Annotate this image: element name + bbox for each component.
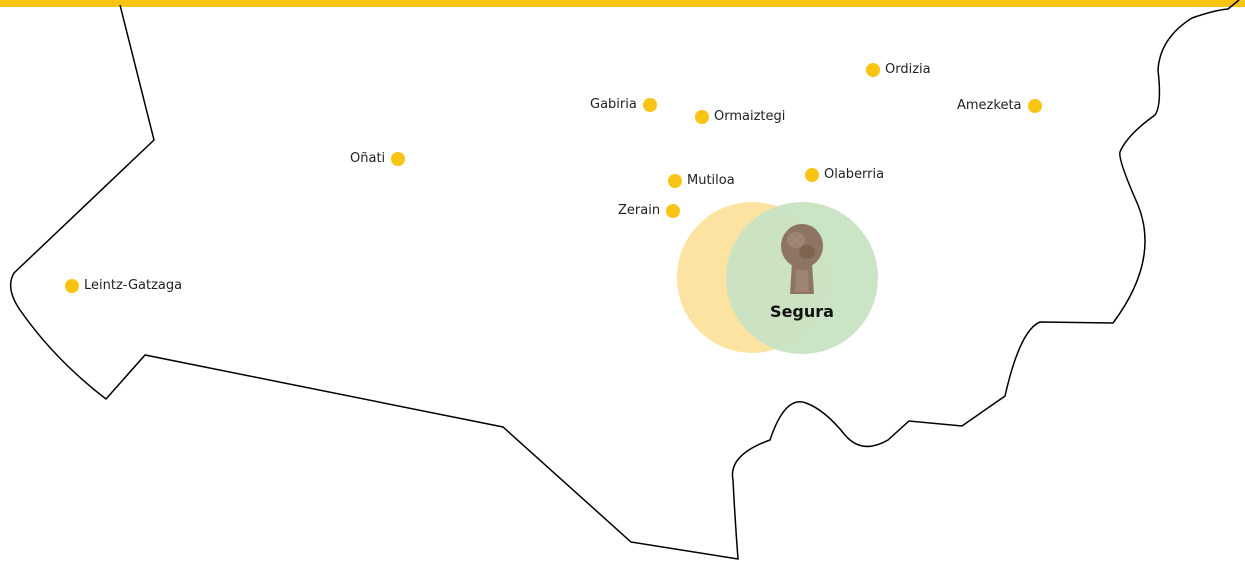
town-label: Olaberria xyxy=(824,167,885,182)
town-marker-olaberria[interactable]: Olaberria xyxy=(805,166,884,184)
town-label: Oñati xyxy=(350,151,386,166)
town-label: Zerain xyxy=(618,203,661,218)
town-label: Mutiloa xyxy=(687,173,735,188)
town-label: Ordizia xyxy=(885,62,931,77)
town-marker-zerain[interactable]: Zerain xyxy=(618,202,681,220)
region-map xyxy=(9,0,1240,560)
town-marker-mutiloa[interactable]: Mutiloa xyxy=(668,172,735,190)
town-marker-gabiria[interactable]: Gabiria xyxy=(590,96,657,114)
town-marker-onati[interactable]: Oñati xyxy=(350,150,406,168)
yellow-dot-icon xyxy=(65,279,79,293)
town-label: Gabiria xyxy=(590,97,637,112)
map-view: Ordizia Gabiria Ormaiztegi Amezketa Oñat… xyxy=(0,0,1245,562)
yellow-dot-icon xyxy=(666,204,681,218)
town-marker-amezketa[interactable]: Amezketa xyxy=(957,97,1042,115)
yellow-dot-icon xyxy=(866,63,880,77)
region-outline xyxy=(9,0,1240,560)
funerary-stele-icon xyxy=(781,224,823,294)
town-marker-ordizia[interactable]: Ordizia xyxy=(866,61,931,79)
yellow-dot-icon xyxy=(668,174,682,188)
yellow-dot-icon xyxy=(642,98,657,112)
yellow-dot-icon xyxy=(1027,99,1042,113)
yellow-dot-icon xyxy=(391,152,406,166)
segura-label: Segura xyxy=(770,302,834,321)
town-label: Leintz-Gatzaga xyxy=(84,278,183,293)
yellow-dot-icon xyxy=(805,168,819,182)
town-label: Amezketa xyxy=(957,98,1022,113)
town-label: Ormaiztegi xyxy=(714,109,786,124)
town-marker-leintz-gatzaga[interactable]: Leintz-Gatzaga xyxy=(65,277,182,295)
town-marker-ormaiztegi[interactable]: Ormaiztegi xyxy=(695,108,785,126)
yellow-dot-icon xyxy=(695,110,709,124)
